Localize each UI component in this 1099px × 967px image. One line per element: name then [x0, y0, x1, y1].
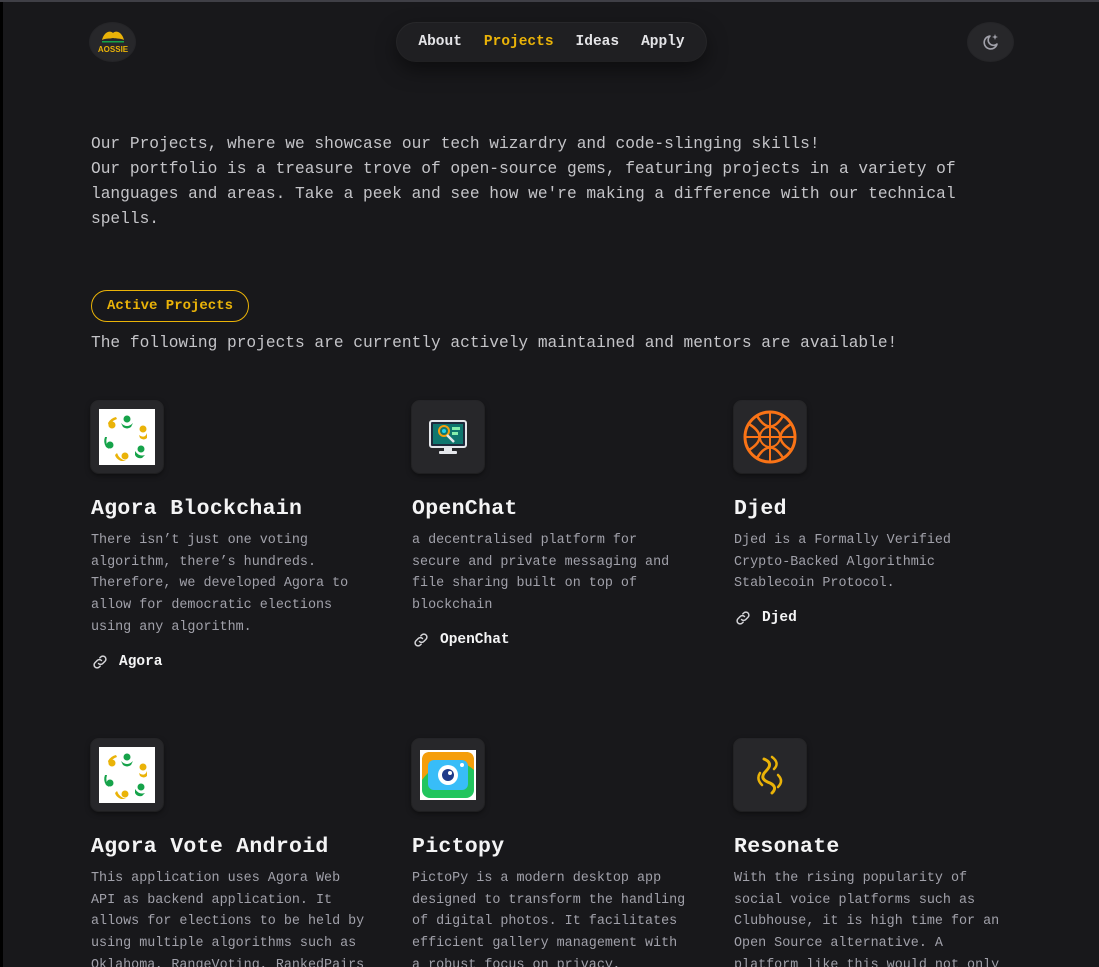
intro-text: Our Projects, where we showcase our tech…: [91, 132, 971, 232]
project-description: Djed is a Formally Verified Crypto-Backe…: [734, 533, 951, 592]
project-card-agora-vote-android[interactable]: Agora Vote Android This application uses…: [91, 739, 381, 967]
pictopy-logo-icon: [420, 750, 476, 800]
djed-logo-icon: [743, 410, 797, 464]
project-link-agora[interactable]: Agora: [91, 653, 381, 671]
nav-projects[interactable]: Projects: [484, 34, 554, 50]
project-title: Pictopy: [412, 835, 505, 859]
resonate-logo-icon: [757, 755, 783, 795]
project-link-label: Djed: [762, 610, 797, 627]
project-icon-box: [412, 739, 484, 811]
project-card-resonate[interactable]: Resonate With the rising popularity of s…: [734, 739, 1024, 967]
project-icon-box: [91, 401, 163, 473]
project-card-pictopy[interactable]: Pictopy PictoPy is a modern desktop app …: [412, 739, 702, 967]
openchat-logo-icon: [429, 420, 467, 454]
agora-logo-icon: [99, 409, 155, 465]
theme-toggle-button[interactable]: [968, 23, 1013, 61]
aossie-logo-icon: AOSSIE: [98, 31, 128, 54]
nav-ideas[interactable]: Ideas: [576, 34, 620, 50]
intro-body: Our portfolio is a treasure trove of ope…: [91, 160, 956, 228]
project-description: There isn’t just one voting algorithm, t…: [91, 533, 349, 635]
project-title: Resonate: [734, 835, 840, 859]
project-title: Agora Blockchain: [91, 497, 303, 521]
aossie-logo[interactable]: AOSSIE: [90, 23, 135, 61]
active-projects-badge: Active Projects: [91, 290, 249, 322]
project-link-label: Agora: [119, 653, 163, 670]
nav-about[interactable]: About: [418, 34, 462, 50]
link-icon: [414, 633, 428, 647]
link-icon: [93, 654, 107, 669]
project-card-djed[interactable]: Djed Djed is a Formally Verified Crypto-…: [734, 401, 1024, 627]
project-description: With the rising popularity of social voi…: [734, 871, 1000, 967]
project-icon-box: [412, 401, 484, 473]
agora-logo-icon: [99, 747, 155, 803]
moon-sparkle-icon: [982, 34, 998, 50]
project-description: PictoPy is a modern desktop app designed…: [412, 871, 686, 967]
project-card-openchat[interactable]: OpenChat a decentralised platform for se…: [412, 401, 702, 649]
project-description: This application uses Agora Web API as b…: [91, 871, 365, 967]
section-subtitle: The following projects are currently act…: [91, 334, 898, 352]
main-nav: About Projects Ideas Apply: [397, 23, 706, 61]
project-link-openchat[interactable]: OpenChat: [412, 631, 702, 649]
intro-headline: Our Projects, where we showcase our tech…: [91, 135, 820, 153]
page: AOSSIE About Projects Ideas Apply Our Pr…: [3, 2, 1099, 967]
project-link-label: OpenChat: [440, 631, 510, 648]
project-icon-box: [734, 739, 806, 811]
project-title: Agora Vote Android: [91, 835, 329, 859]
project-title: Djed: [734, 497, 787, 521]
project-icon-box: [734, 401, 806, 473]
nav-apply[interactable]: Apply: [641, 34, 685, 50]
svg-text:AOSSIE: AOSSIE: [98, 45, 128, 54]
project-link-djed[interactable]: Djed: [734, 609, 1024, 627]
project-icon-box: [91, 739, 163, 811]
link-icon: [736, 611, 750, 625]
project-card-agora-blockchain[interactable]: Agora Blockchain There isn’t just one vo…: [91, 401, 381, 671]
project-description: a decentralised platform for secure and …: [412, 533, 670, 614]
project-title: OpenChat: [412, 497, 518, 521]
